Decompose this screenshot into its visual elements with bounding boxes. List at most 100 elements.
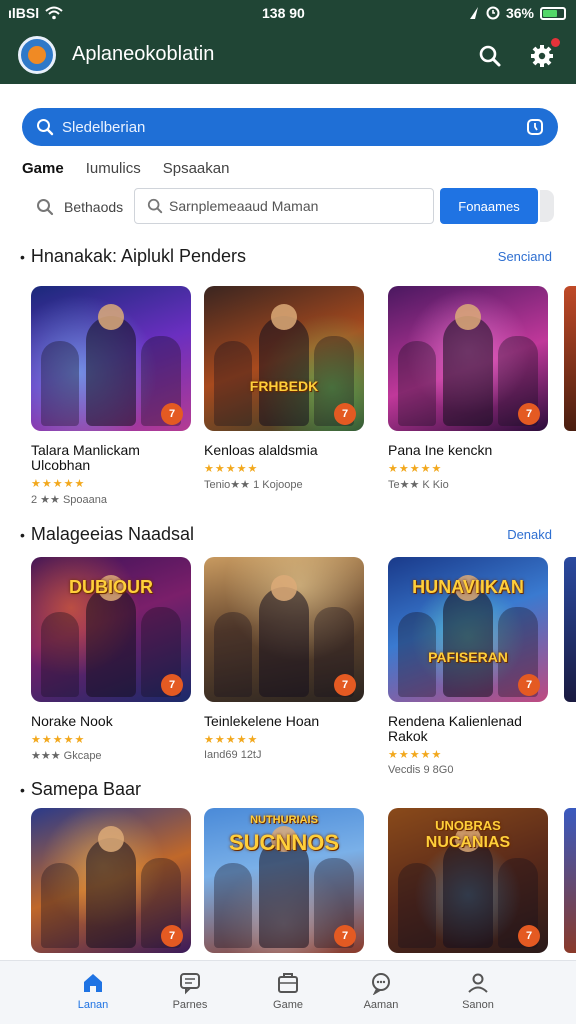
rating-badge-icon: 7: [334, 674, 356, 696]
section-see-all-link[interactable]: Denakd: [507, 527, 552, 542]
section-title: • Samepa Baar: [20, 779, 141, 799]
game-thumbnail: FRHBEDK 7: [204, 286, 364, 431]
battery-icon: [540, 6, 566, 20]
filter-toggle[interactable]: Bethaods: [36, 198, 123, 216]
rating-stars: ★★★★★: [388, 749, 443, 761]
status-bar: ılBSl 138 90 36%: [0, 0, 576, 28]
game-title: Talara Manlickam Ulcobhan: [31, 442, 140, 473]
wifi-icon: [45, 6, 63, 20]
chat-bubble-icon: [372, 973, 390, 995]
next-card-peek[interactable]: [564, 808, 576, 953]
game-card[interactable]: HUNAVIIKAN PAFISERAN 7 Rendena Kalienlen…: [388, 557, 548, 776]
nav-aaman[interactable]: Aaman: [341, 971, 421, 1011]
game-title: Pana Ine kenckn: [388, 442, 493, 458]
game-meta: ★★★ Gkcape: [31, 750, 102, 762]
section-title: • Hnanakak: Aiplukl Penders: [20, 246, 247, 266]
filter-row: Bethaods Sarnplemeaaud Maman Fonaames: [22, 188, 558, 226]
next-card-peek[interactable]: [564, 286, 576, 431]
next-card-peek[interactable]: [564, 557, 576, 702]
game-meta: Tenio★★ 1 Kojoope: [204, 479, 303, 491]
tab-game[interactable]: Game: [22, 160, 64, 182]
status-time: 138 90: [262, 5, 305, 21]
search-icon: [37, 119, 54, 136]
game-thumbnail: DUBIOUR 7: [31, 557, 191, 702]
scan-icon[interactable]: [526, 118, 544, 136]
section-title: • Malageeias Naadsal: [20, 524, 195, 544]
game-thumbnail: 7: [388, 286, 548, 431]
game-logo-top: HUNAVIIKAN: [412, 577, 524, 597]
nav-game[interactable]: Game: [248, 971, 328, 1011]
battery-percent: 36%: [505, 5, 534, 21]
rating-badge-icon: 7: [518, 674, 540, 696]
game-card[interactable]: UNOBRAS NUCANIAS 7: [388, 808, 548, 953]
game-card[interactable]: 7 Pana Ine kenckn ★★★★★ Te★★ K Kio: [388, 286, 548, 491]
status-right: 36%: [468, 5, 566, 21]
briefcase-icon: [278, 973, 298, 993]
game-logo: PAFISERAN: [428, 649, 508, 665]
location-icon: [469, 7, 478, 19]
game-card[interactable]: FRHBEDK 7 Kenloas alaldsmia ★★★★★ Tenio★…: [204, 286, 364, 491]
game-thumbnail: UNOBRAS NUCANIAS 7: [388, 808, 548, 953]
search-button[interactable]: [474, 40, 506, 72]
search-placeholder: Sledelberian: [62, 118, 146, 136]
nav-sanon[interactable]: Sanon: [438, 971, 518, 1011]
gear-icon: [531, 45, 553, 67]
game-card[interactable]: NUTHURIAIS SUCNNOS 7: [204, 808, 364, 953]
section-see-all-link[interactable]: Senciand: [498, 249, 552, 264]
game-meta: Vecdis 9 8G0: [388, 764, 454, 776]
game-card[interactable]: 7 Talara Manlickam Ulcobhan ★★★★★ 2 ★★ S…: [31, 286, 191, 506]
rating-badge-icon: 7: [161, 403, 183, 425]
filter-label: Bethaods: [64, 199, 124, 215]
rating-badge-icon: 7: [161, 674, 183, 696]
game-meta: 2 ★★ Spoaana: [31, 494, 107, 506]
app-logo[interactable]: [18, 36, 56, 74]
game-meta: Iand69 12tJ: [204, 749, 262, 761]
game-thumbnail: HUNAVIIKAN PAFISERAN 7: [388, 557, 548, 702]
tab-iumulics[interactable]: Iumulics: [86, 160, 141, 182]
chat-icon: [180, 973, 200, 995]
search-icon: [37, 199, 54, 216]
notification-dot: [551, 38, 560, 47]
search-input[interactable]: Sledelberian: [22, 108, 558, 146]
app-header: ılBSl 138 90 36% Aplaneokoblatin: [0, 0, 576, 84]
rating-badge-icon: 7: [161, 925, 183, 947]
game-card[interactable]: 7 Teinlekelene Hoan ★★★★★ Iand69 12tJ: [204, 557, 364, 761]
app-bar: Aplaneokoblatin: [0, 28, 576, 84]
bottom-navigation: Lanan Parnes Game Aaman Sanon: [0, 960, 576, 1024]
search-icon: [147, 198, 163, 214]
rating-stars: ★★★★★: [204, 734, 259, 746]
section-header: • Samepa Baar: [20, 779, 556, 803]
category-tabs: Game Iumulics Spsaakan: [22, 160, 229, 182]
game-meta: Te★★ K Kio: [388, 479, 449, 491]
game-logo: DUBIOUR: [69, 577, 153, 597]
section-header: • Malageeias Naadsal Denakd: [20, 524, 556, 548]
game-card[interactable]: 7: [31, 808, 191, 953]
rating-badge-icon: 7: [518, 925, 540, 947]
home-icon: [84, 974, 102, 992]
game-card[interactable]: DUBIOUR 7 Norake Nook ★★★★★ ★★★ Gkcape: [31, 557, 191, 762]
signal-text: ılBSl: [8, 5, 40, 21]
rating-stars: ★★★★★: [31, 734, 86, 746]
nav-home[interactable]: Lanan: [53, 971, 133, 1011]
game-logo-top: NUTHURIAIS: [250, 814, 318, 826]
game-logo: SUCNNOS: [228, 830, 339, 855]
game-title: Rendena Kalienlenad Rakok: [388, 713, 522, 744]
app-title: Aplaneokoblatin: [72, 43, 215, 65]
nav-parnes[interactable]: Parnes: [150, 971, 230, 1011]
game-title: Norake Nook: [31, 713, 113, 729]
game-logo: FRHBEDK: [249, 378, 319, 394]
game-title: Kenloas alaldsmia: [204, 442, 318, 458]
tab-spsaakan[interactable]: Spsaakan: [163, 160, 230, 182]
game-thumbnail: 7: [204, 557, 364, 702]
rating-badge-icon: 7: [334, 925, 356, 947]
settings-button[interactable]: [526, 38, 560, 72]
section-header: • Hnanakak: Aiplukl Penders Senciand: [20, 246, 556, 270]
rating-badge-icon: 7: [334, 403, 356, 425]
rating-badge-icon: 7: [518, 403, 540, 425]
user-icon: [468, 973, 488, 993]
filter-input[interactable]: Sarnplemeaaud Maman: [134, 188, 434, 224]
filter-submit-button[interactable]: Fonaames: [440, 188, 538, 224]
status-signal: ılBSl: [8, 5, 63, 21]
game-title: Teinlekelene Hoan: [204, 713, 320, 729]
filter-edge: [540, 190, 554, 222]
